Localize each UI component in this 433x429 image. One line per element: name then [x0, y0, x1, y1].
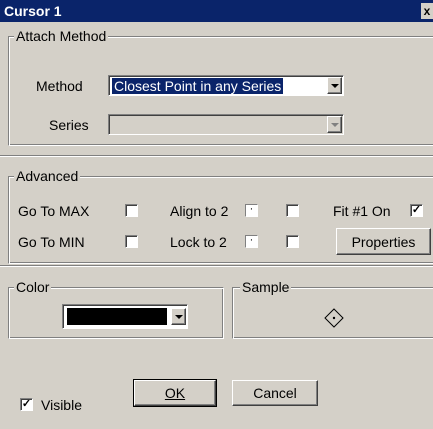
visible-label: Visible	[41, 397, 82, 413]
sample-legend: Sample	[240, 279, 292, 295]
properties-button[interactable]: Properties	[336, 228, 431, 255]
diamond-marker-icon	[324, 308, 344, 328]
divider	[0, 265, 433, 267]
ok-button[interactable]: OK	[133, 379, 217, 407]
cancel-button[interactable]: Cancel	[232, 380, 318, 406]
visible-checkbox[interactable]: ✓	[20, 398, 33, 411]
divider	[0, 155, 433, 157]
chevron-down-icon	[330, 83, 339, 88]
window-title: Cursor 1	[4, 3, 62, 19]
align-to-2-checkbox[interactable]	[286, 204, 299, 217]
series-dropdown[interactable]	[108, 114, 344, 135]
lock-to-2-dot-icon[interactable]: ·	[245, 235, 258, 248]
go-to-min-checkbox[interactable]	[125, 235, 138, 248]
chevron-down-icon	[330, 122, 339, 127]
fit-on-label: Fit #1 On	[333, 203, 391, 219]
title-bar: Cursor 1 x	[0, 0, 433, 22]
cancel-button-label: Cancel	[253, 385, 297, 401]
fit-on-checkbox[interactable]: ✓	[410, 204, 423, 217]
method-dropdown-button[interactable]	[327, 77, 342, 94]
series-label: Series	[49, 117, 89, 133]
color-dropdown-button[interactable]	[171, 308, 186, 325]
color-swatch	[67, 308, 167, 325]
chevron-down-icon	[174, 314, 183, 319]
go-to-max-label: Go To MAX	[18, 203, 90, 219]
align-to-2-label: Align to 2	[170, 203, 229, 219]
ok-button-label: OK	[164, 385, 186, 401]
go-to-min-label: Go To MIN	[18, 234, 85, 250]
go-to-max-checkbox[interactable]	[125, 204, 138, 217]
attach-method-legend: Attach Method	[14, 28, 109, 44]
method-label: Method	[36, 78, 83, 94]
method-value: Closest Point in any Series	[112, 78, 284, 94]
advanced-legend: Advanced	[14, 168, 81, 184]
align-to-2-dot-icon[interactable]: ·	[245, 204, 258, 217]
color-dropdown[interactable]	[62, 304, 188, 329]
color-legend: Color	[14, 279, 52, 295]
lock-to-2-checkbox[interactable]	[286, 235, 299, 248]
series-dropdown-button[interactable]	[327, 116, 342, 133]
lock-to-2-label: Lock to 2	[170, 234, 227, 250]
close-icon[interactable]: x	[421, 3, 433, 19]
method-dropdown[interactable]: Closest Point in any Series	[108, 75, 344, 96]
